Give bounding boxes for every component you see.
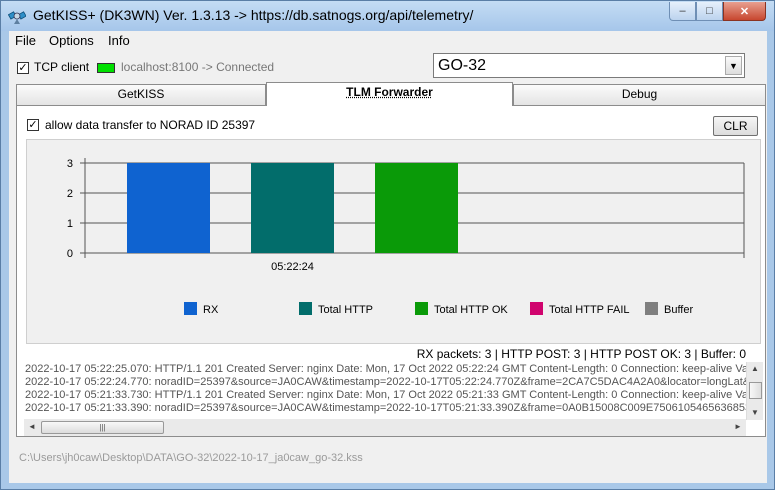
tab-tlm-forwarder[interactable]: TLM Forwarder	[266, 82, 513, 106]
legend-swatch	[184, 302, 197, 315]
status-file-path: C:\Users\jh0caw\Desktop\DATA\GO-32\2022-…	[19, 452, 363, 464]
tlm-forwarder-panel: ✓ allow data transfer to NORAD ID 25397 …	[16, 105, 766, 437]
close-button[interactable]: ✕	[723, 2, 766, 21]
chevron-down-icon[interactable]: ▼	[725, 56, 742, 75]
menu-file[interactable]: File	[15, 33, 36, 48]
bar-total-http-ok	[375, 163, 458, 253]
scroll-left-icon[interactable]: ◄	[28, 422, 36, 431]
minimize-icon: –	[679, 5, 686, 17]
clr-button[interactable]: CLR	[713, 116, 758, 136]
caption-buttons: – □ ✕	[669, 2, 766, 22]
vertical-scroll-thumb[interactable]	[749, 382, 762, 399]
tab-debug[interactable]: Debug	[513, 84, 766, 105]
title-bar[interactable]: GetKISS+ (DK3WN) Ver. 1.3.13 -> https://…	[1, 1, 774, 31]
x-tick-label: 05:22:24	[271, 261, 314, 273]
allow-transfer-checkbox[interactable]: ✓	[27, 119, 39, 131]
y-tick-label: 3	[67, 158, 73, 170]
legend-label: Total HTTP	[318, 304, 373, 316]
app-window: GetKISS+ (DK3WN) Ver. 1.3.13 -> https://…	[0, 0, 775, 490]
connection-status: localhost:8100 -> Connected	[121, 60, 275, 74]
tab-debug-label: Debug	[621, 87, 658, 101]
client-area: File Options Info ✓ TCP client localhost…	[9, 31, 767, 483]
log-list[interactable]: 2022-10-17 05:22:25.070: HTTP/1.1 201 Cr…	[24, 362, 760, 417]
legend-label: Buffer	[664, 304, 693, 316]
tcp-client-checkbox[interactable]: ✓	[17, 62, 29, 74]
log-vertical-scrollbar[interactable]: ▲ ▼	[746, 362, 763, 420]
y-tick-label: 1	[67, 218, 73, 230]
y-tick-label: 0	[67, 248, 73, 260]
legend-swatch	[530, 302, 543, 315]
satellite-select[interactable]: GO-32 ▼	[433, 53, 745, 78]
tab-tlm-forwarder-label: TLM Forwarder	[346, 85, 433, 99]
legend-label: Total HTTP FAIL	[549, 304, 630, 316]
window-title: GetKISS+ (DK3WN) Ver. 1.3.13 -> https://…	[33, 7, 474, 23]
legend-swatch	[645, 302, 658, 315]
legend-swatch	[299, 302, 312, 315]
chart-svg: 0 1 2 3 05:22:24 RX Total HTTP Total HTTP OK Tot…	[67, 158, 745, 316]
log-line: 2022-10-17 05:22:24.770: noradID=25397&s…	[25, 376, 760, 388]
log-line: 2022-10-17 05:22:25.070: HTTP/1.1 201 Cr…	[25, 363, 758, 375]
bar-rx	[127, 163, 210, 253]
connection-led	[97, 63, 115, 73]
maximize-button[interactable]: □	[696, 2, 723, 21]
menu-info[interactable]: Info	[108, 33, 130, 48]
y-tick-label: 2	[67, 188, 73, 200]
menu-bar: File Options Info	[9, 31, 767, 51]
bar-total-http	[251, 163, 334, 253]
log-line: 2022-10-17 05:21:33.390: noradID=25397&s…	[25, 402, 760, 414]
satellite-icon	[8, 11, 26, 24]
scroll-up-icon[interactable]: ▲	[751, 364, 759, 373]
log-line: 2022-10-17 05:21:33.730: HTTP/1.1 201 Cr…	[25, 389, 758, 401]
scroll-down-icon[interactable]: ▼	[751, 408, 759, 417]
allow-transfer-label: allow data transfer to NORAD ID 25397	[45, 118, 256, 132]
telemetry-chart: 0 1 2 3 05:22:24 RX Total HTTP Total HTTP OK Tot…	[26, 139, 761, 344]
satellite-select-value: GO-32	[438, 57, 487, 74]
tab-getkiss[interactable]: GetKISS	[16, 84, 266, 105]
minimize-button[interactable]: –	[669, 2, 696, 21]
legend-swatch	[415, 302, 428, 315]
close-icon: ✕	[739, 5, 750, 18]
horizontal-scroll-thumb[interactable]: |||	[41, 421, 164, 434]
tcp-client-label: TCP client	[34, 60, 90, 74]
legend-label: RX	[203, 304, 219, 316]
scroll-right-icon[interactable]: ►	[734, 422, 742, 431]
legend-label: Total HTTP OK	[434, 304, 508, 316]
menu-options[interactable]: Options	[49, 33, 94, 48]
tab-getkiss-label: GetKISS	[117, 87, 165, 101]
log-horizontal-scrollbar[interactable]: ◄ ||| ►	[24, 419, 746, 436]
maximize-icon: □	[706, 5, 713, 17]
stats-line: RX packets: 3 | HTTP POST: 3 | HTTP POST…	[416, 347, 746, 361]
